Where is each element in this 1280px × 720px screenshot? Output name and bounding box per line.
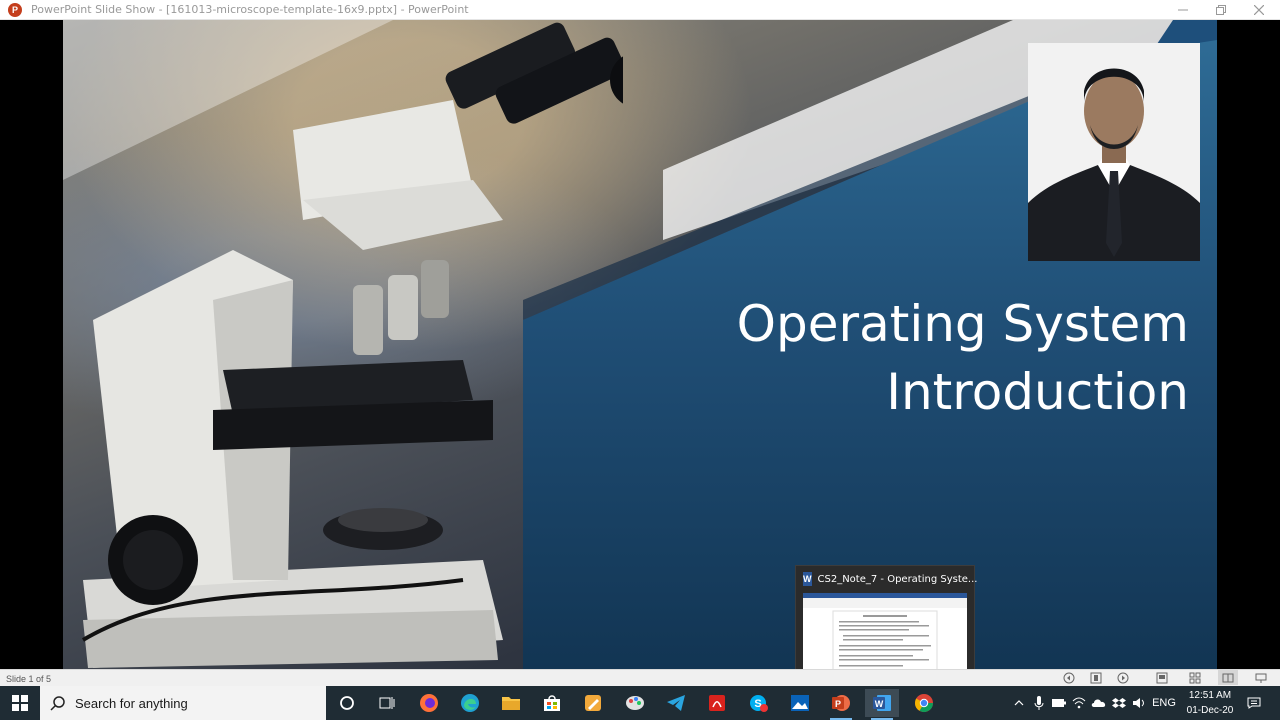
show-hidden-icons-button[interactable]	[1010, 686, 1028, 720]
task-view-button[interactable]	[370, 689, 404, 717]
volume-button[interactable]	[1130, 686, 1148, 720]
slideshow-view-button[interactable]	[1251, 670, 1271, 685]
next-slide-button[interactable]	[1113, 670, 1133, 685]
sketchbook-icon	[585, 695, 601, 711]
close-button[interactable]	[1240, 0, 1278, 19]
powerpoint-icon: P	[832, 695, 850, 711]
normal-view-icon	[1156, 672, 1168, 683]
network-button[interactable]	[1070, 686, 1088, 720]
slide-title: Operating System Introduction	[489, 290, 1189, 426]
taskbar-search[interactable]: Search for anything	[40, 686, 326, 720]
document-preview[interactable]	[803, 593, 967, 681]
search-placeholder: Search for anything	[75, 695, 188, 711]
paint-button[interactable]	[618, 689, 652, 717]
microphone-button[interactable]	[1030, 686, 1048, 720]
grid-view-button[interactable]	[1185, 670, 1205, 685]
store-button[interactable]	[535, 689, 569, 717]
previous-icon	[1063, 672, 1075, 683]
slide-sorter-button[interactable]	[1086, 670, 1106, 685]
file-explorer-icon	[502, 697, 520, 710]
normal-view-button[interactable]	[1152, 670, 1172, 685]
powerpoint-taskbar-button[interactable]: P	[824, 689, 858, 720]
windows-taskbar: Search for anything S P W ENG 12:51 AM 0…	[0, 686, 1280, 720]
minimize-button[interactable]	[1164, 0, 1202, 19]
edge-icon	[461, 694, 479, 712]
presenter-photo	[1028, 43, 1200, 261]
notification-center-button[interactable]	[1244, 686, 1264, 720]
clock-date: 01-Dec-20	[1186, 705, 1234, 716]
clock-time: 12:51 AM	[1188, 690, 1232, 701]
slideshow-icon	[1255, 673, 1267, 683]
grid-view-icon	[1189, 672, 1201, 683]
store-icon	[544, 695, 560, 711]
start-button[interactable]	[0, 686, 40, 720]
battery-button[interactable]	[1050, 686, 1068, 720]
cortana-icon	[340, 696, 354, 710]
firefox-button[interactable]	[412, 689, 446, 717]
restore-icon	[1216, 4, 1226, 15]
word-taskbar-icon: W	[873, 695, 891, 711]
window-titlebar: P PowerPoint Slide Show - [161013-micros…	[0, 0, 1280, 20]
slide[interactable]: Operating System Introduction	[63, 20, 1217, 669]
restore-button[interactable]	[1202, 0, 1240, 19]
chevron-up-icon	[1014, 700, 1024, 706]
photos-icon	[791, 695, 809, 711]
language-indicator[interactable]: ENG	[1150, 686, 1178, 720]
paint-icon	[626, 696, 644, 710]
word-taskbar-button[interactable]: W	[865, 689, 899, 720]
person-avatar	[1028, 43, 1200, 261]
dropbox-button[interactable]	[1110, 686, 1128, 720]
thumbnail-label: CS2_Note_7 - Operating Syste...	[817, 573, 978, 585]
dropbox-icon	[1112, 698, 1126, 708]
minimize-icon	[1178, 9, 1188, 10]
chrome-button[interactable]	[907, 689, 941, 717]
cloud-icon	[1091, 699, 1106, 707]
slide-sorter-icon	[1090, 672, 1102, 683]
window-title: PowerPoint Slide Show - [161013-microsco…	[31, 3, 469, 16]
svg-text:W: W	[875, 699, 884, 709]
slide-title-line-2: Introduction	[886, 363, 1189, 421]
microphone-icon	[1034, 696, 1044, 710]
chrome-icon	[915, 694, 933, 713]
reading-view-icon	[1222, 673, 1234, 682]
acrobat-icon	[709, 695, 725, 711]
file-explorer-button[interactable]	[494, 689, 528, 717]
taskbar-clock[interactable]: 12:51 AM 01-Dec-20	[1178, 688, 1242, 718]
reading-view-button[interactable]	[1218, 670, 1238, 685]
telegram-button[interactable]	[659, 689, 693, 717]
close-icon	[1254, 4, 1264, 15]
sketchbook-button[interactable]	[576, 689, 610, 717]
task-view-icon	[379, 697, 395, 709]
skype-button[interactable]: S	[741, 689, 775, 717]
photos-button[interactable]	[783, 689, 817, 717]
cortana-button[interactable]	[330, 689, 364, 717]
powerpoint-app-icon: P	[8, 2, 22, 17]
svg-text:P: P	[835, 699, 841, 709]
windows-logo-icon	[12, 695, 28, 711]
notification-icon	[1247, 697, 1261, 709]
word-icon: W	[803, 572, 812, 586]
acrobat-button[interactable]	[700, 689, 734, 717]
telegram-icon	[667, 695, 685, 711]
speaker-icon	[1133, 698, 1144, 708]
slide-title-line-1: Operating System	[736, 295, 1189, 353]
document-preview-image	[803, 593, 967, 681]
thumbnail-header: W CS2_Note_7 - Operating Syste...	[796, 566, 977, 592]
slideshow-area[interactable]: Operating System Introduction	[0, 20, 1280, 669]
previous-slide-button[interactable]	[1059, 670, 1079, 685]
slide-indicator: Slide 1 of 5	[6, 673, 52, 684]
search-icon	[50, 695, 66, 711]
next-icon	[1117, 672, 1129, 683]
skype-icon: S	[750, 695, 768, 712]
wifi-icon	[1072, 697, 1086, 709]
onedrive-button[interactable]	[1090, 686, 1108, 720]
edge-button[interactable]	[453, 689, 487, 717]
firefox-icon	[420, 694, 438, 712]
battery-icon	[1052, 699, 1066, 707]
